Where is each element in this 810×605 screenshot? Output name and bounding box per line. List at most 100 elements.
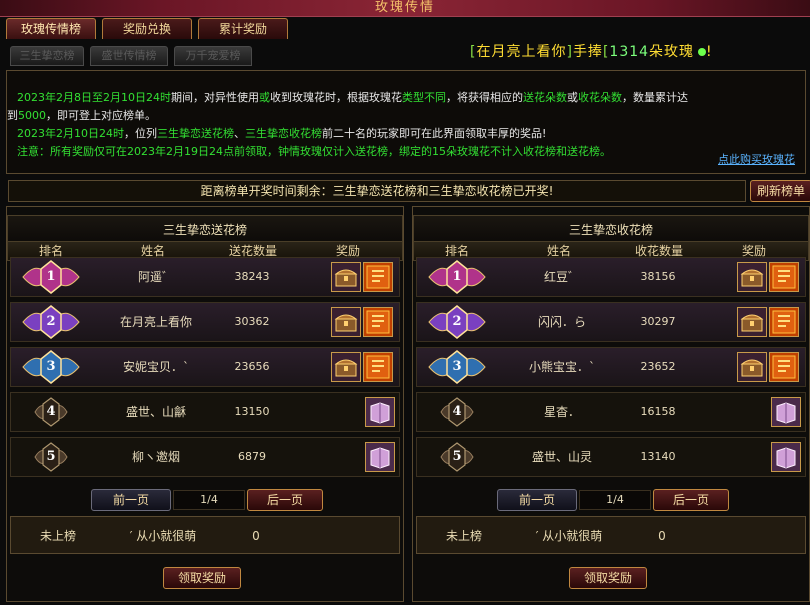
event-notice: 2023年2月8日至2月10日24时期间，对异性使用或收到玫瑰花时，根据玫瑰花类… [6,70,806,174]
notice-number: 5000 [18,109,46,122]
notice-text: ，即可登上对应榜单。 [46,109,156,122]
notice-text: 时，根据玫瑰花 [324,91,402,104]
page-indicator: 1/4 [579,490,651,510]
flower-count: 38156 [640,270,676,283]
prev-page-button[interactable]: 前一页 [497,489,577,511]
claim-reward-button[interactable]: 领取奖励 [569,567,647,589]
flower-count: 23656 [234,360,270,373]
table-row: 2 在月亮上看你 30362 [10,302,400,342]
window-title: 玫瑰传情 [374,0,435,15]
player-name: 柳ヽ邀烟 [131,450,180,464]
banner-tail: ! [706,44,713,60]
treasure-chest-icon[interactable] [737,352,767,382]
prev-page-button[interactable]: 前一页 [91,489,171,511]
player-name: 安妮宝贝．` [122,360,189,374]
tab-cumulative-reward[interactable]: 累计奖励 [198,18,288,39]
flower-count: 23652 [640,360,676,373]
next-page-button[interactable]: 后一页 [653,489,729,511]
notice-text: 三生挚恋送花榜 [157,127,234,140]
banner-verb: 手捧 [572,44,603,60]
notice-date: 2023年2月10日24时 [17,127,124,140]
notice-text: 前二十名 [322,127,366,140]
notice-text: 前领取，钟情玫瑰仅计入送花榜，绑定的15朵玫瑰花不计入收花榜和送花榜。 [234,145,611,158]
tab-rose-ranking[interactable]: 玫瑰传情榜 [6,18,96,39]
table-row: 3 小熊宝宝．` 23652 [416,347,806,387]
treasure-chest-icon[interactable] [737,307,767,337]
page-indicator: 1/4 [173,490,245,510]
flower-count: 13150 [234,405,270,418]
my-flower-count: 0 [252,529,260,543]
receive-flower-ranking-panel: 三生挚恋收花榜 排名 姓名 收花数量 奖励 1 红豆゛ 38156 2 闪闪．ら 30297 3 小熊宝… [412,206,810,602]
rank-number: 3 [46,359,56,374]
notice-text: ，数量累计达 [621,91,688,104]
book-icon[interactable] [771,397,801,427]
flower-count: 30297 [640,315,676,328]
rank-number: 4 [46,404,56,419]
table-row: 5 盛世、山灵 13140 [416,437,806,477]
notice-text: 或 [566,91,578,104]
notice-text: 、 [234,127,245,140]
flower-count: 16158 [640,405,676,418]
top-gift-banner: [在月亮上看你]手捧[1314朵玫瑰! [470,41,713,63]
rank-number: 5 [452,449,462,464]
rank-number: 2 [452,314,462,329]
treasure-chest-icon[interactable] [331,262,361,292]
notice-text: 到 [7,109,18,122]
tab-reward-exchange[interactable]: 奖励兑换 [102,18,192,39]
notice-text: 注意：所有奖励仅可在 [17,145,127,158]
rank-number: 4 [452,404,462,419]
rank-number: 1 [452,269,462,284]
next-page-button[interactable]: 后一页 [247,489,323,511]
treasure-chest-icon[interactable] [737,262,767,292]
title-card-icon[interactable] [769,352,799,382]
subtab-sansheng[interactable]: 三生挚恋榜 [10,46,84,66]
table-row: 3 安妮宝贝．` 23656 [10,347,400,387]
subtab-wanqian[interactable]: 万千宠爱榜 [174,46,252,66]
player-name: 盛世、山灵 [531,450,592,464]
send-flower-ranking-panel: 三生挚恋送花榜 排名 姓名 送花数量 奖励 1 阿遥゛ 38243 2 在月亮上看你 30362 3 安… [6,206,404,602]
player-name: 星杳． [543,405,580,419]
buy-rose-link[interactable]: 点此购买玫瑰花 [718,151,795,169]
claim-reward-button[interactable]: 领取奖励 [163,567,241,589]
book-icon[interactable] [771,442,801,472]
table-row: 5 柳ヽ邀烟 6879 [10,437,400,477]
rank-number: 1 [46,269,56,284]
rank-number: 2 [46,314,56,329]
treasure-chest-icon[interactable] [331,352,361,382]
table-row: 2 闪闪．ら 30297 [416,302,806,342]
title-card-icon[interactable] [363,307,393,337]
my-rank-row: 未上榜 ′ 从小就很萌 0 [416,516,806,554]
book-icon[interactable] [365,442,395,472]
notice-line-4: 注意：所有奖励仅可在2023年2月19日24点前领取，钟情玫瑰仅计入送花榜，绑定… [17,143,797,161]
notice-text: 类型不同 [401,91,446,104]
banner-count: 1314 [609,44,650,60]
book-icon[interactable] [365,397,395,427]
my-rank-row: 未上榜 ′ 从小就很萌 0 [10,516,400,554]
my-player-name: ′ 从小就很萌 [535,529,603,543]
title-card-icon[interactable] [769,262,799,292]
pagination: 前一页 1/4 后一页 [413,489,807,511]
table-row: 1 红豆゛ 38156 [416,257,806,297]
title-card-icon[interactable] [769,307,799,337]
table-row: 4 盛世、山龢 13150 [10,392,400,432]
title-card-icon[interactable] [363,352,393,382]
flower-count: 13140 [640,450,676,463]
notice-text: 收到玫瑰花 [269,91,325,104]
title-card-icon[interactable] [363,262,393,292]
rank-number: 5 [46,449,56,464]
player-name: 闪闪．ら [537,315,586,329]
notice-text: ，将获得相应的 [445,91,523,104]
my-rank-status: 未上榜 [445,529,482,543]
player-name: 红豆゛ [543,270,580,284]
banner-dot-icon [698,48,707,56]
flower-count: 6879 [238,450,266,463]
flower-count: 30362 [234,315,270,328]
treasure-chest-icon[interactable] [331,307,361,337]
notice-text: 送花朵数 [522,91,567,104]
window-titlebar: 玫瑰传情 [0,0,810,17]
notice-line-1: 2023年2月8日至2月10日24时期间，对异性使用或收到玫瑰花时，根据玫瑰花类… [17,89,797,107]
notice-text: 的玩家即可在此界面领取丰厚的奖品! [366,127,547,140]
subtab-shengshi[interactable]: 盛世传情榜 [90,46,168,66]
refresh-ranking-button[interactable]: 刷新榜单 [750,180,810,202]
notice-date: 2023年2月19日24点 [127,145,234,158]
